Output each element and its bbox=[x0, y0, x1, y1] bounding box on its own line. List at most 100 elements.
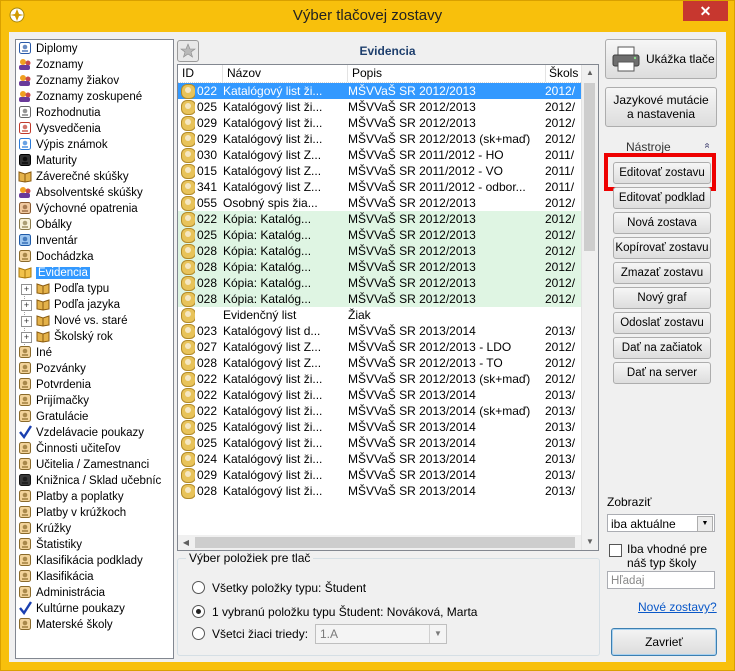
tree-item[interactable]: Záverečné skúšky bbox=[18, 169, 129, 185]
radio-all-items[interactable]: Všetky položky typu: Študent bbox=[192, 579, 366, 597]
table-row[interactable]: 022 Katalógový list ži... MŠVVaŠ SR 2013/2… bbox=[178, 387, 581, 403]
tree-item[interactable]: Iné bbox=[18, 345, 52, 361]
close-window-button[interactable]: ✕ bbox=[683, 1, 728, 21]
copy-report-button[interactable]: Kopírovať zostavu bbox=[613, 237, 711, 259]
tree-item[interactable]: Dochádzka bbox=[18, 249, 94, 265]
tree-item[interactable]: Evidencia bbox=[18, 265, 90, 281]
tree-item[interactable]: Výpis známok bbox=[18, 137, 108, 153]
column-header-description[interactable]: Popis bbox=[348, 65, 546, 82]
tree-item[interactable]: Štatistiky bbox=[18, 537, 82, 553]
table-row[interactable]: 028 Kópia: Katalóg... MŠVVaŠ SR 2012/2013 2… bbox=[178, 275, 581, 291]
tree-item[interactable]: Inventár bbox=[18, 233, 78, 249]
vertical-scrollbar[interactable]: ▲ ▼ bbox=[581, 65, 598, 550]
expand-plus-icon[interactable]: + bbox=[21, 332, 32, 343]
radio-button[interactable] bbox=[192, 627, 205, 640]
scroll-down-arrow-icon[interactable]: ▼ bbox=[582, 534, 598, 550]
table-row[interactable]: 022 Katalógový list ži... MŠVVaŠ SR 2012/2… bbox=[178, 82, 582, 100]
tree-item[interactable]: Krúžky bbox=[18, 521, 71, 537]
upload-to-server-button[interactable]: Dať na server bbox=[613, 362, 711, 384]
tree-item[interactable]: Klasifikácia bbox=[18, 569, 94, 585]
vertical-scroll-thumb[interactable] bbox=[584, 83, 595, 251]
table-row[interactable]: 025 Kópia: Katalóg... MŠVVaŠ SR 2012/2013 2… bbox=[178, 227, 581, 243]
column-header-school-year[interactable]: Škols bbox=[545, 65, 585, 82]
tree-item[interactable]: Materské školy bbox=[18, 617, 113, 633]
edit-template-button[interactable]: Editovať podklad bbox=[613, 187, 711, 209]
show-filter-select[interactable]: iba aktuálne ▼ bbox=[607, 514, 715, 532]
table-row[interactable]: 055 Osobný spis žia... MŠVVaŠ SR 2012/2013… bbox=[178, 195, 581, 211]
table-row[interactable]: 025 Katalógový list ži... MŠVVaŠ SR 2013/2… bbox=[178, 435, 581, 451]
delete-report-button[interactable]: Zmazať zostavu bbox=[613, 262, 711, 284]
tree-item[interactable]: + Podľa jazyka bbox=[21, 297, 120, 313]
table-row[interactable]: 022 Katalógový list ži... MŠVVaŠ SR 2012/2… bbox=[178, 371, 581, 387]
tree-item[interactable]: + Školský rok bbox=[21, 329, 113, 345]
expand-plus-icon[interactable]: + bbox=[21, 316, 32, 327]
tree-item[interactable]: Pozvánky bbox=[18, 361, 86, 377]
table-row[interactable]: 029 Katalógový list ži... MŠVVaŠ SR 2012/2… bbox=[178, 131, 581, 147]
column-header-id[interactable]: ID bbox=[178, 65, 223, 82]
tree-item[interactable]: Maturity bbox=[18, 153, 77, 169]
tree-item[interactable]: Vysvedčenia bbox=[18, 121, 101, 137]
tree-item[interactable]: Zoznamy bbox=[18, 57, 83, 73]
scroll-left-arrow-icon[interactable]: ◀ bbox=[178, 535, 194, 550]
tree-item[interactable]: Učitelia / Zamestnanci bbox=[18, 457, 149, 473]
print-preview-button[interactable]: Ukážka tlače bbox=[605, 39, 717, 79]
column-header-name[interactable]: Názov bbox=[223, 65, 348, 82]
table-row[interactable]: 028 Kópia: Katalóg... MŠVVaŠ SR 2012/2013 2… bbox=[178, 243, 581, 259]
table-row[interactable]: 022 Katalógový list ži... MŠVVaŠ SR 2013/2… bbox=[178, 403, 581, 419]
language-settings-button[interactable]: Jazykové mutácie a nastavenia bbox=[605, 87, 717, 127]
table-row[interactable]: 015 Katalógový list Z... MŠVVaŠ SR 2011/20… bbox=[178, 163, 581, 179]
favorite-star-button[interactable] bbox=[177, 40, 199, 62]
tree-item[interactable]: Diplomy bbox=[18, 41, 78, 57]
radio-button[interactable] bbox=[192, 581, 205, 594]
table-row[interactable]: 028 Katalógový list Z... MŠVVaŠ SR 2012/20… bbox=[178, 355, 581, 371]
move-to-top-button[interactable]: Dať na začiatok bbox=[613, 337, 711, 359]
new-report-button[interactable]: Nová zostava bbox=[613, 212, 711, 234]
tree-item[interactable]: Vzdelávacie poukazy bbox=[18, 425, 144, 441]
tree-item[interactable]: Knižnica / Sklad učebníc bbox=[18, 473, 161, 489]
tree-item[interactable]: Činnosti učiteľov bbox=[18, 441, 121, 457]
report-grid[interactable]: ID Názov Popis Škols 022 Katalógový list … bbox=[177, 64, 599, 551]
tree-item[interactable]: Výchovné opatrenia bbox=[18, 201, 138, 217]
expand-plus-icon[interactable]: + bbox=[21, 300, 32, 311]
tree-item[interactable]: Klasifikácia podklady bbox=[18, 553, 143, 569]
radio-button[interactable] bbox=[192, 605, 205, 618]
class-select[interactable]: 1.A ▼ bbox=[315, 624, 447, 644]
radio-class-students[interactable]: Všetci žiaci triedy: bbox=[192, 625, 308, 643]
tree-item[interactable]: Kultúrne poukazy bbox=[18, 601, 125, 617]
table-row[interactable]: 023 Katalógový list d... MŠVVaŠ SR 2013/20… bbox=[178, 323, 581, 339]
send-report-button[interactable]: Odoslať zostavu bbox=[613, 312, 711, 334]
school-type-checkbox[interactable] bbox=[609, 544, 622, 557]
table-row[interactable]: 028 Kópia: Katalóg... MŠVVaŠ SR 2012/2013 2… bbox=[178, 291, 581, 307]
horizontal-scrollbar[interactable]: ◀ bbox=[178, 535, 581, 550]
tree-item[interactable]: Administrácia bbox=[18, 585, 105, 601]
scroll-up-arrow-icon[interactable]: ▲ bbox=[582, 65, 598, 81]
table-row[interactable]: 341 Katalógový list Z... MŠVVaŠ SR 2011/20… bbox=[178, 179, 581, 195]
tree-item[interactable]: Obálky bbox=[18, 217, 72, 233]
tree-item[interactable]: + Podľa typu bbox=[21, 281, 109, 297]
new-reports-link[interactable]: Nové zostavy? bbox=[638, 600, 717, 614]
horizontal-scroll-thumb[interactable] bbox=[195, 537, 575, 548]
table-row[interactable]: 025 Katalógový list ži... MŠVVaŠ SR 2012/2… bbox=[178, 99, 581, 115]
tree-item[interactable]: Zoznamy zoskupené bbox=[18, 89, 142, 105]
radio-one-item[interactable]: 1 vybranú položku typu Študent: Nováková… bbox=[192, 603, 477, 621]
table-row[interactable]: 030 Katalógový list Z... MŠVVaŠ SR 2011/20… bbox=[178, 147, 581, 163]
category-tree[interactable]: Diplomy Zoznamy Zoznamy žiakov Zoznamy zosk… bbox=[15, 39, 174, 659]
table-row[interactable]: 029 Katalógový list ži... MŠVVaŠ SR 2013/2… bbox=[178, 467, 581, 483]
tree-item[interactable]: Absolventské skúšky bbox=[18, 185, 143, 201]
new-chart-button[interactable]: Nový graf bbox=[613, 287, 711, 309]
tree-item[interactable]: Zoznamy žiakov bbox=[18, 73, 119, 89]
tree-item[interactable]: Platby v krúžkoch bbox=[18, 505, 126, 521]
tree-item[interactable]: Gratulácie bbox=[18, 409, 88, 425]
table-row[interactable]: 025 Katalógový list ži... MŠVVaŠ SR 2013/2… bbox=[178, 419, 581, 435]
collapse-chevron-icon[interactable]: » bbox=[702, 143, 713, 149]
table-row[interactable]: Evidenčný list Žiak bbox=[178, 307, 581, 323]
table-row[interactable]: 027 Katalógový list Z... MŠVVaŠ SR 2012/20… bbox=[178, 339, 581, 355]
search-input[interactable]: Hľadaj bbox=[607, 571, 715, 589]
table-row[interactable]: 028 Katalógový list ži... MŠVVaŠ SR 2013/2… bbox=[178, 483, 581, 499]
tree-item[interactable]: Prijímačky bbox=[18, 393, 89, 409]
tree-item[interactable]: Rozhodnutia bbox=[18, 105, 101, 121]
tree-item[interactable]: Platby a poplatky bbox=[18, 489, 124, 505]
table-row[interactable]: 022 Kópia: Katalóg... MŠVVaŠ SR 2012/2013 2… bbox=[178, 211, 581, 227]
table-row[interactable]: 024 Katalógový list ži... MŠVVaŠ SR 2013/2… bbox=[178, 451, 581, 467]
table-row[interactable]: 029 Katalógový list ži... MŠVVaŠ SR 2012/2… bbox=[178, 115, 581, 131]
